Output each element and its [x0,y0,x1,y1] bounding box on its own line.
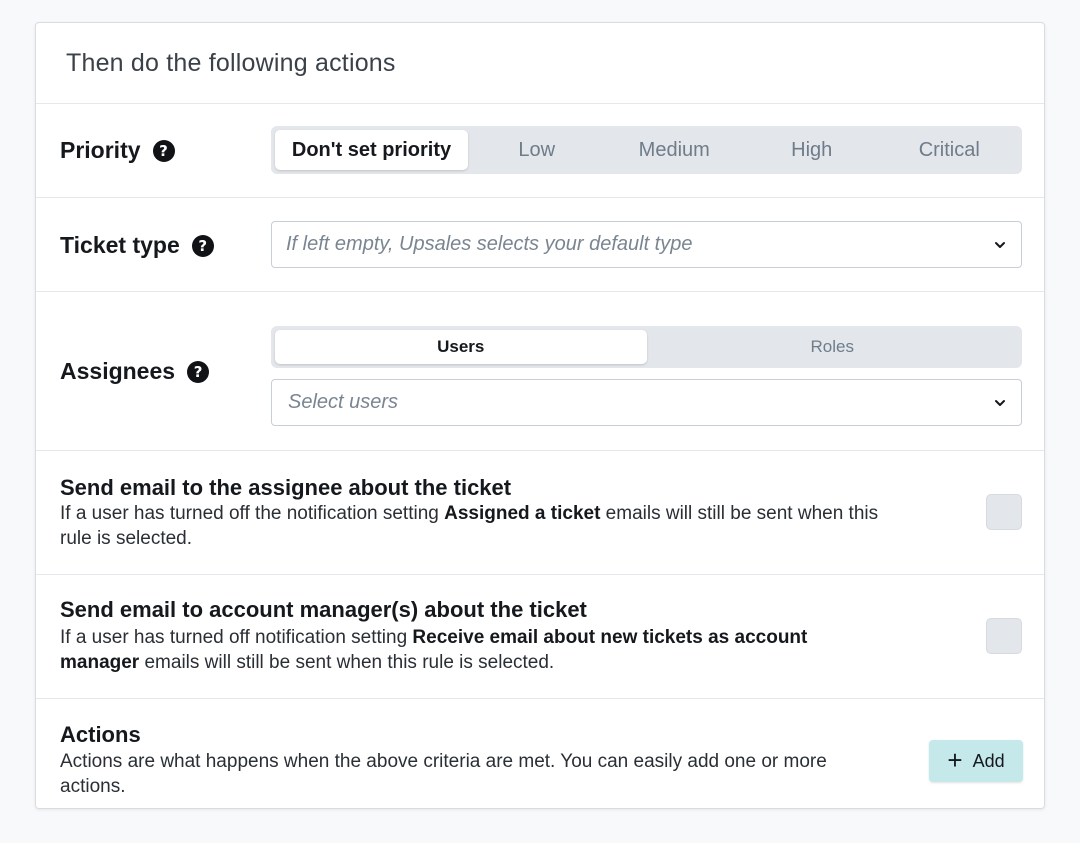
email-account-manager-description: If a user has turned off notification se… [60,625,890,675]
add-button-label: Add [972,750,1005,771]
priority-option-none[interactable]: Don't set priority [275,130,468,170]
add-action-button[interactable]: + Add [929,740,1023,782]
chevron-down-icon [995,399,1005,406]
email-account-manager-row: Send email to account manager(s) about t… [36,575,1044,699]
priority-label: Priority [60,137,141,163]
ticket-type-placeholder: If left empty, Upsales selects your defa… [286,233,693,255]
priority-option-medium[interactable]: Medium [606,130,744,170]
email-account-manager-title: Send email to account manager(s) about t… [60,597,587,622]
email-assignee-title: Send email to the assignee about the tic… [60,475,512,500]
priority-row: Priority ? Don't set priority Low Medium… [36,104,1044,198]
desc-text: emails will still be sent when this rule… [139,652,555,673]
assignees-row: Assignees ? Users Roles Select users [36,292,1044,451]
ticket-type-row: Ticket type ? If left empty, Upsales sel… [36,198,1044,292]
tab-users[interactable]: Users [275,330,647,364]
assignees-label: Assignees [60,358,176,384]
card-header: Then do the following actions [36,23,1044,104]
users-select-placeholder: Select users [288,391,399,413]
priority-segmented-control: Don't set priority Low Medium High Criti… [271,126,1022,174]
plus-icon: + [947,745,963,775]
priority-option-high[interactable]: High [743,130,881,170]
ticket-type-select[interactable]: If left empty, Upsales selects your defa… [271,221,1022,268]
actions-row: Actions Actions are what happens when th… [36,699,1044,808]
assignees-label-group: Assignees ? [60,358,210,385]
actions-title: Actions [60,722,141,747]
email-assignee-description: If a user has turned off the notificatio… [60,501,890,551]
ticket-type-label: Ticket type [60,232,180,258]
priority-label-group: Priority ? [60,137,175,164]
ticket-type-label-group: Ticket type ? [60,232,214,259]
users-select[interactable]: Select users [271,379,1022,426]
card-title: Then do the following actions [66,48,396,77]
actions-card: Then do the following actions Priority ?… [35,22,1045,809]
email-assignee-row: Send email to the assignee about the tic… [36,451,1044,575]
question-help-icon[interactable]: ? [152,139,175,162]
actions-description: Actions are what happens when the above … [60,751,827,797]
chevron-down-icon [995,241,1005,248]
desc-text: If a user has turned off the notificatio… [60,503,445,524]
question-help-icon[interactable]: ? [191,234,214,257]
desc-setting-name: Assigned a ticket [444,503,601,524]
email-assignee-checkbox[interactable] [986,494,1022,530]
desc-text: If a user has turned off notification se… [60,627,413,648]
priority-option-critical[interactable]: Critical [881,130,1019,170]
priority-option-low[interactable]: Low [468,130,606,170]
assignees-tabs: Users Roles [271,326,1022,368]
question-help-icon[interactable]: ? [187,360,210,383]
tab-roles[interactable]: Roles [647,330,1019,364]
email-account-manager-checkbox[interactable] [986,618,1022,654]
